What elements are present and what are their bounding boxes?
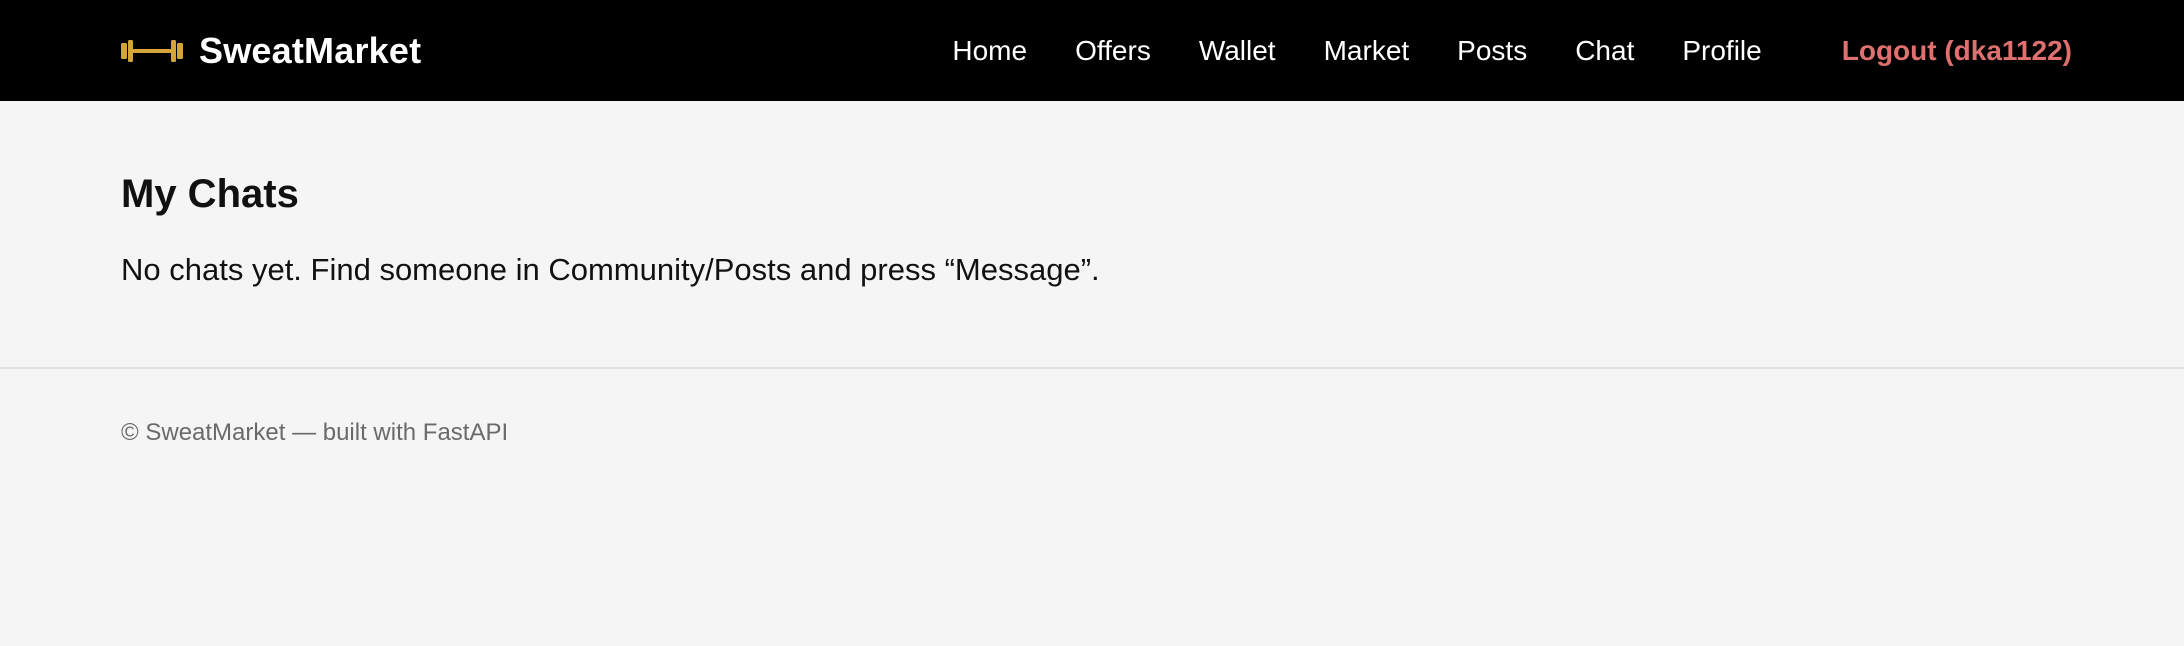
- footer-text: © SweatMarket — built with FastAPI: [121, 419, 509, 446]
- page-title: My Chats: [121, 172, 299, 216]
- footer: © SweatMarket — built with FastAPI: [0, 369, 2184, 447]
- barbell-icon: [121, 39, 183, 63]
- nav-link-posts[interactable]: Posts: [1457, 35, 1527, 67]
- top-navbar: SweatMarket Home Offers Wallet Market Po…: [0, 0, 2184, 101]
- nav-link-profile[interactable]: Profile: [1682, 35, 1761, 67]
- main-content: My Chats No chats yet. Find someone in C…: [0, 101, 2184, 367]
- brand-name: SweatMarket: [199, 29, 422, 71]
- main-nav: Home Offers Wallet Market Posts Chat Pro…: [952, 35, 2072, 67]
- nav-link-wallet[interactable]: Wallet: [1199, 35, 1276, 67]
- logout-link[interactable]: Logout (dka1122): [1842, 35, 2072, 67]
- nav-link-market[interactable]: Market: [1324, 35, 1410, 67]
- brand-logo-link[interactable]: SweatMarket: [121, 30, 421, 72]
- empty-state-message: No chats yet. Find someone in Community/…: [121, 252, 1100, 287]
- nav-link-offers[interactable]: Offers: [1075, 35, 1151, 67]
- nav-link-home[interactable]: Home: [952, 35, 1027, 67]
- nav-link-chat[interactable]: Chat: [1575, 35, 1634, 67]
